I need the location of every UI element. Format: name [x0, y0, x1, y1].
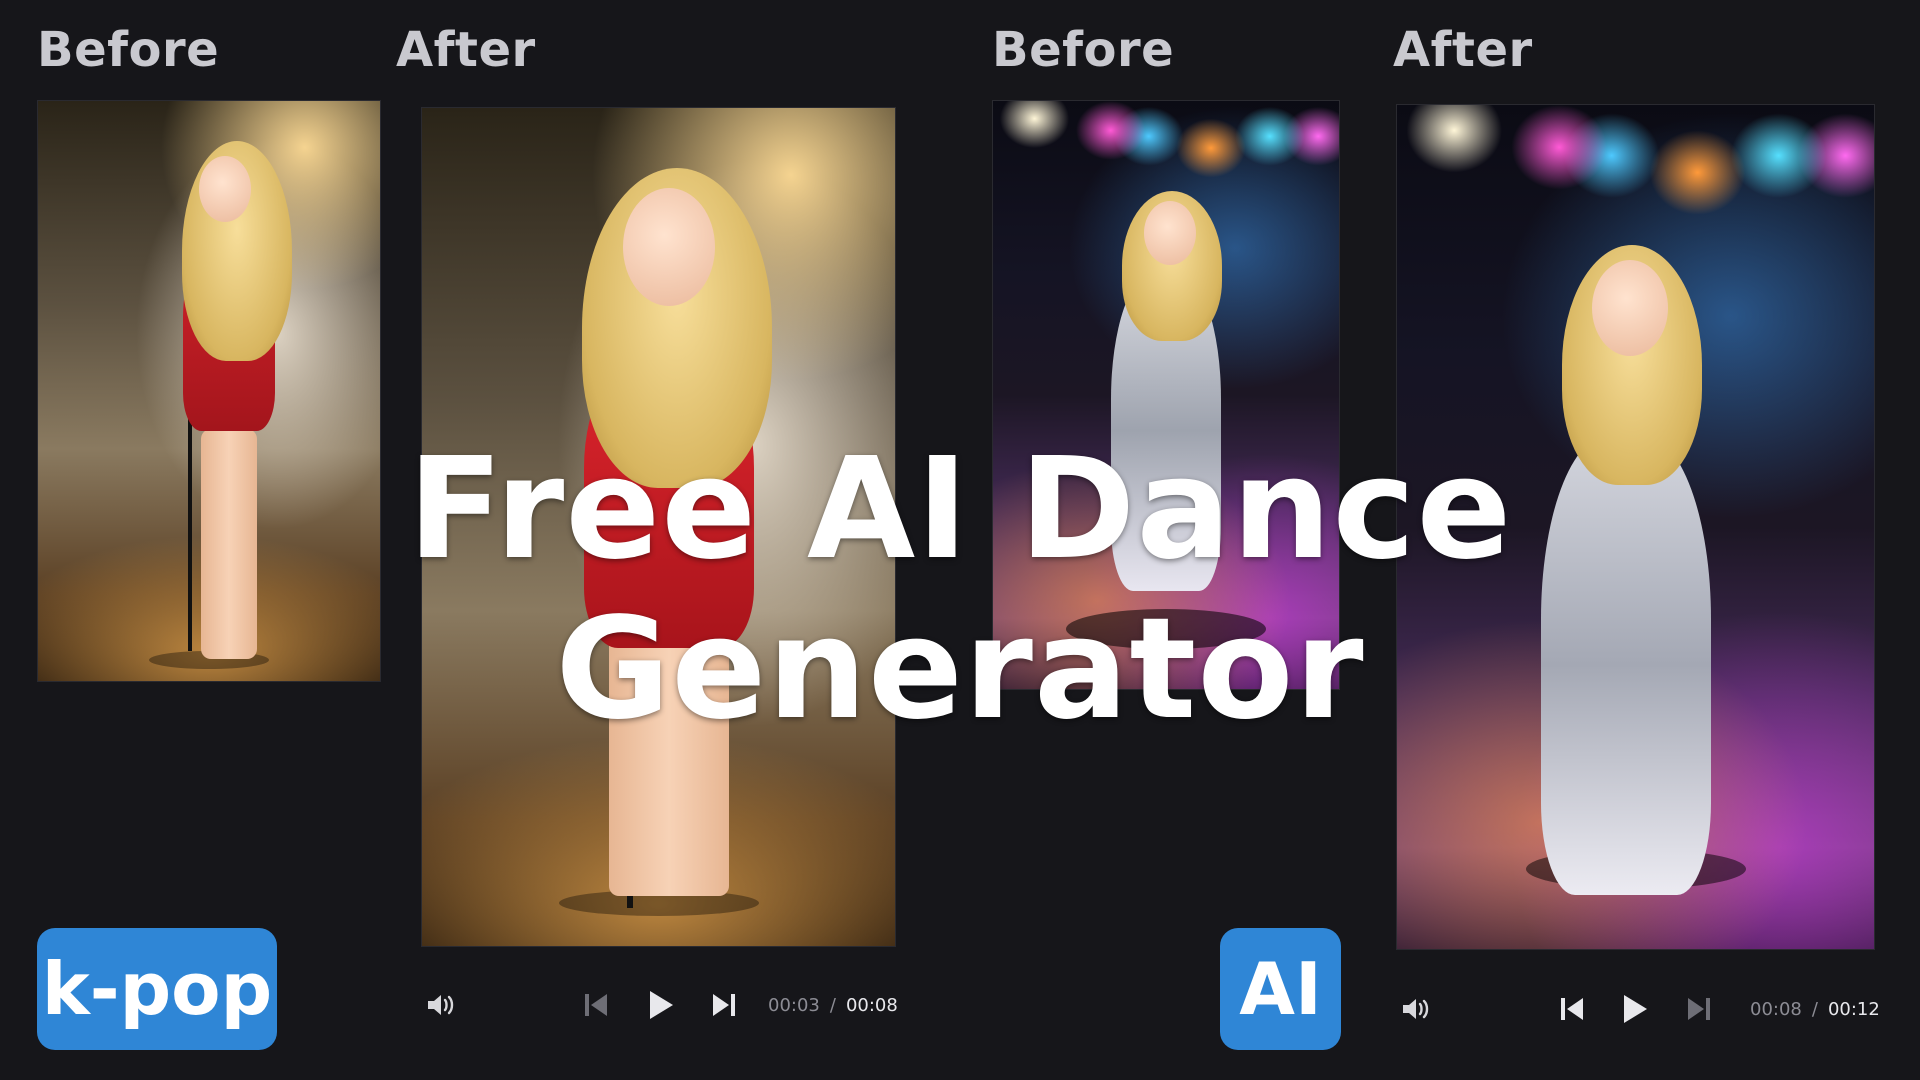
left-after-label: After — [396, 22, 536, 78]
left-time-separator: / — [829, 994, 836, 1016]
volume-icon[interactable] — [421, 980, 461, 1030]
skip-previous-icon[interactable] — [1552, 984, 1592, 1034]
right-player-controls: 00:08 / 00:12 — [1396, 984, 1880, 1034]
skip-next-icon[interactable] — [1679, 984, 1719, 1034]
right-after-label: After — [1393, 22, 1533, 78]
left-before-label: Before — [37, 22, 220, 78]
headline: Free AI Dance Generator — [407, 428, 1513, 751]
ai-tag: AI — [1220, 928, 1341, 1050]
right-current-time: 00:08 — [1750, 998, 1802, 1020]
comparison-canvas: Before After Before After Free AI Dance … — [0, 0, 1920, 1080]
play-icon[interactable] — [641, 980, 681, 1030]
right-before-label: Before — [992, 22, 1175, 78]
right-duration: 00:12 — [1827, 998, 1880, 1020]
kpop-tag: k-pop — [37, 928, 277, 1050]
play-icon[interactable] — [1615, 984, 1655, 1034]
right-time-separator: / — [1811, 998, 1818, 1020]
left-duration: 00:08 — [845, 994, 898, 1016]
skip-previous-icon[interactable] — [576, 980, 616, 1030]
left-time-display: 00:03 / 00:08 — [768, 980, 898, 1030]
skip-next-icon[interactable] — [704, 980, 744, 1030]
volume-icon[interactable] — [1396, 984, 1436, 1034]
left-current-time: 00:03 — [768, 994, 820, 1016]
left-player-controls: 00:03 / 00:08 — [421, 980, 898, 1030]
right-time-display: 00:08 / 00:12 — [1750, 984, 1880, 1034]
